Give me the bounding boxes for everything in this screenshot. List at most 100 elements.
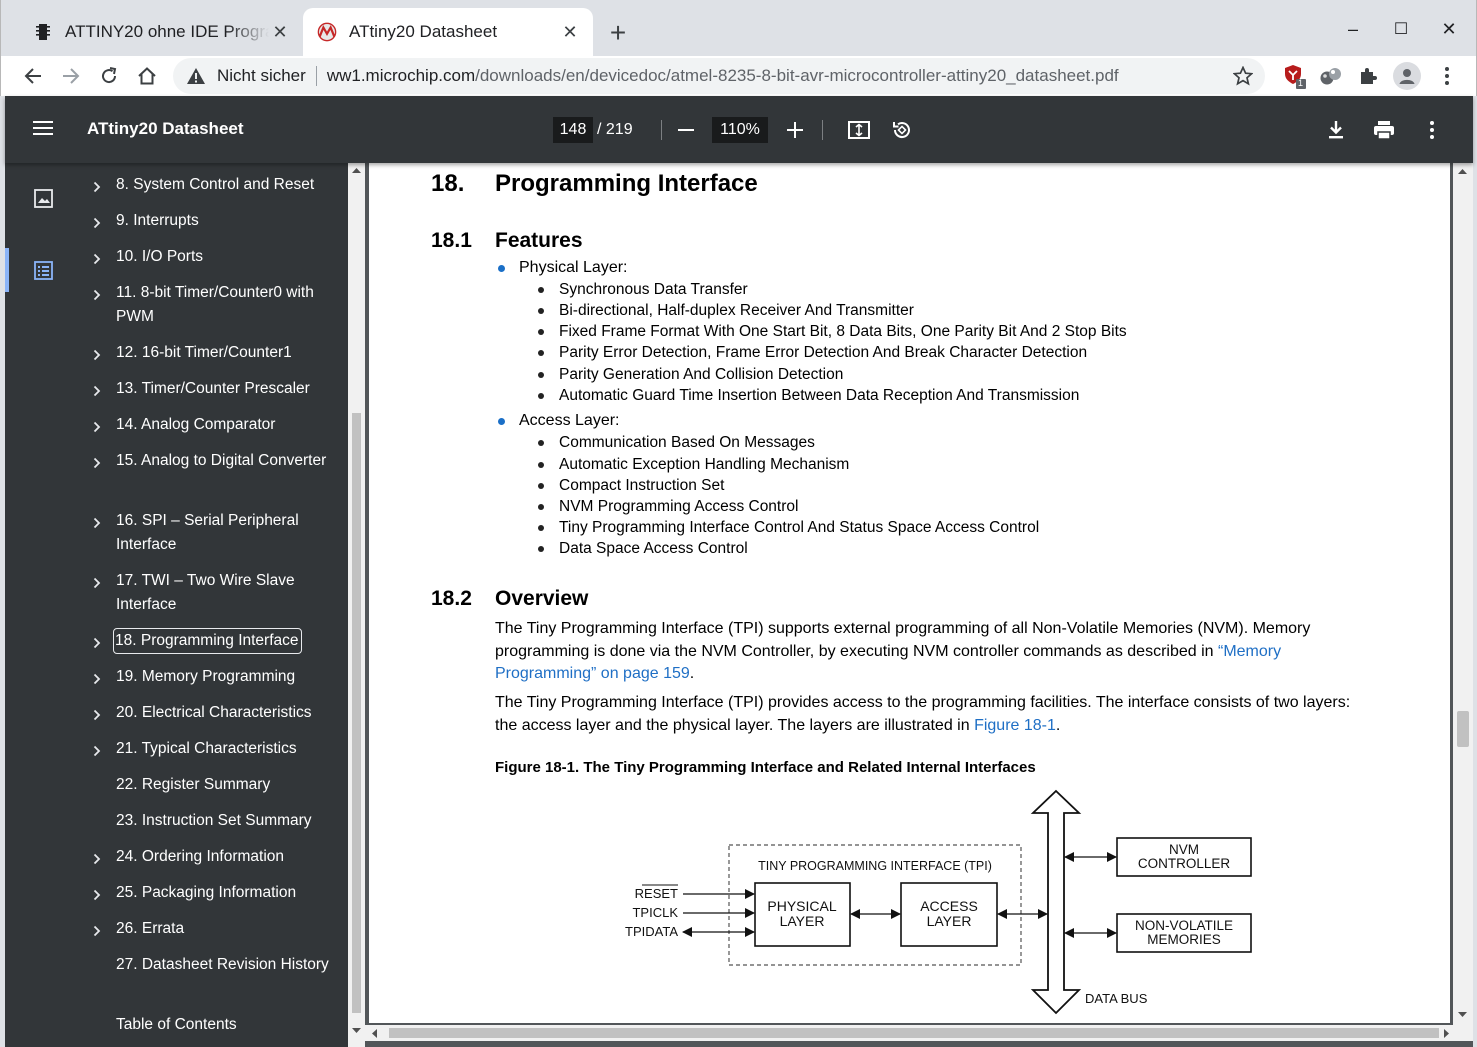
chevron-right-icon[interactable]: [93, 669, 105, 685]
outline-item-label: 10. I/O Ports: [116, 248, 204, 265]
tpi-block-diagram: TINY PROGRAMMING INTERFACE (TPI) PHYSICA…: [625, 789, 1252, 1015]
outline-scrollbar[interactable]: [348, 163, 365, 1047]
chevron-right-icon[interactable]: [93, 513, 105, 529]
bullet-icon: [538, 308, 544, 314]
thumbnails-icon[interactable]: [33, 188, 59, 214]
window-close-button[interactable]: ✕: [1431, 12, 1467, 46]
chevron-right-icon[interactable]: [93, 249, 105, 265]
bullet-icon: [538, 440, 544, 446]
home-button[interactable]: [131, 60, 163, 92]
tab-title: ATTINY20 ohne IDE Programmieren: [65, 22, 269, 41]
chevron-right-icon[interactable]: [93, 381, 105, 397]
chevron-right-icon[interactable]: [93, 177, 105, 193]
hamburger-menu-icon[interactable]: [33, 118, 57, 142]
warning-icon[interactable]: [185, 65, 207, 87]
bookmark-star-icon[interactable]: [1231, 64, 1255, 88]
back-button[interactable]: [17, 60, 49, 92]
tab-attiny20-ohne-ide[interactable]: ATTINY20 ohne IDE Programmieren ✕: [19, 8, 303, 56]
profile-avatar-icon[interactable]: [1393, 62, 1421, 90]
feature-item: Parity Error Detection, Frame Error Dete…: [559, 344, 1088, 361]
outline-item-label: 8. System Control and Reset: [116, 176, 315, 193]
active-view-indicator: [5, 248, 9, 292]
extension-shield-icon[interactable]: 1: [1281, 62, 1309, 90]
chevron-right-icon[interactable]: [93, 573, 105, 589]
close-icon[interactable]: ✕: [269, 21, 291, 43]
arrow-right-icon: [63, 68, 80, 84]
outline-icon[interactable]: [33, 260, 59, 286]
bullet-icon: [538, 462, 544, 468]
address-bar[interactable]: Nicht sicher ww1.microchip.com/downloads…: [173, 58, 1265, 94]
document-scroll-thumb[interactable]: [1457, 711, 1469, 747]
access-layer-label-2: LAYER: [927, 913, 972, 929]
scroll-right-arrow-icon[interactable]: [1443, 1029, 1450, 1038]
page-number-input[interactable]: 148: [553, 117, 593, 143]
fit-to-page-icon[interactable]: [845, 116, 873, 144]
scroll-down-arrow-icon[interactable]: [1458, 1011, 1467, 1018]
outline-item-label: 13. Timer/Counter Prescaler: [116, 380, 310, 397]
outline-scroll-thumb[interactable]: [352, 413, 361, 1013]
toolbar-divider: [822, 120, 823, 140]
horizontal-scrollbar[interactable]: [365, 1025, 1473, 1041]
tab-attiny20-datasheet[interactable]: ATtiny20 Datasheet ✕: [303, 8, 593, 56]
forward-button[interactable]: [55, 60, 87, 92]
download-icon[interactable]: [1322, 116, 1350, 144]
scroll-up-arrow-icon[interactable]: [352, 167, 361, 174]
tpi-label: TINY PROGRAMMING INTERFACE (TPI): [758, 859, 992, 873]
chevron-right-icon[interactable]: [93, 885, 105, 901]
chevron-right-icon[interactable]: [93, 741, 105, 757]
horizontal-scroll-thumb[interactable]: [389, 1028, 1439, 1038]
bullet-icon: [538, 525, 544, 531]
chevron-right-icon[interactable]: [93, 921, 105, 937]
scroll-left-arrow-icon[interactable]: [371, 1029, 378, 1038]
document-scrollbar[interactable]: [1453, 163, 1473, 1025]
more-options-icon[interactable]: [1418, 116, 1446, 144]
feature-item: Fixed Frame Format With One Start Bit, 8…: [559, 323, 1127, 340]
microchip-favicon-icon: [317, 22, 337, 42]
chevron-right-icon[interactable]: [93, 417, 105, 433]
new-tab-button[interactable]: +: [603, 17, 633, 48]
security-label[interactable]: Nicht sicher: [217, 66, 306, 86]
toolbar-divider: [661, 120, 662, 140]
outline-item-label: 23. Instruction Set Summary: [116, 812, 312, 829]
reload-button[interactable]: [93, 60, 125, 92]
outline-item-label: 12. 16-bit Timer/Counter1: [116, 344, 292, 361]
chevron-right-icon[interactable]: [93, 849, 105, 865]
minimize-button[interactable]: –: [1335, 12, 1371, 46]
pdf-viewport: 18. Programming Interface 18.1 Features …: [365, 163, 1473, 1047]
feature-item: Data Space Access Control: [559, 540, 748, 557]
scroll-down-arrow-icon[interactable]: [352, 1027, 361, 1034]
outline-item-label: 15. Analog to Digital Converter: [116, 452, 327, 469]
home-icon: [138, 67, 156, 85]
bullet-icon: [538, 329, 544, 335]
browser-menu-icon[interactable]: [1433, 62, 1461, 90]
extension-spheres-icon[interactable]: [1317, 62, 1345, 90]
zoom-out-button[interactable]: [671, 115, 701, 145]
feature-group-label: Access Layer:: [519, 412, 620, 429]
rotate-icon[interactable]: [888, 116, 916, 144]
address-divider: [315, 66, 317, 86]
zoom-in-button[interactable]: [780, 115, 810, 145]
chevron-right-icon[interactable]: [93, 213, 105, 229]
scroll-up-arrow-icon[interactable]: [1458, 168, 1467, 175]
bullet-icon: [538, 483, 544, 489]
outline-item-label: 16. SPI – Serial Peripheral Interface: [116, 512, 299, 553]
document-title: ATtiny20 Datasheet: [87, 119, 244, 138]
chevron-right-icon[interactable]: [93, 633, 105, 649]
chevron-right-icon[interactable]: [93, 345, 105, 361]
bullet-icon: [538, 287, 544, 293]
chevron-right-icon[interactable]: [93, 705, 105, 721]
extensions-puzzle-icon[interactable]: [1355, 62, 1383, 90]
chevron-right-icon[interactable]: [93, 285, 105, 301]
print-icon[interactable]: [1370, 116, 1398, 144]
zoom-level-input[interactable]: 110%: [712, 117, 768, 143]
tab-strip: ATTINY20 ohne IDE Programmieren ✕ ATtiny…: [0, 0, 1477, 56]
feature-item: Compact Instruction Set: [559, 477, 725, 494]
chevron-right-icon[interactable]: [93, 453, 105, 469]
url-host: ww1.microchip.com: [326, 66, 476, 85]
data-bus-arrow: [1030, 789, 1082, 1015]
reload-icon: [102, 67, 117, 84]
minus-icon: [678, 129, 694, 131]
close-icon[interactable]: ✕: [559, 21, 581, 43]
sidebar-rail: [5, 163, 85, 1047]
maximize-button[interactable]: ☐: [1383, 12, 1419, 46]
